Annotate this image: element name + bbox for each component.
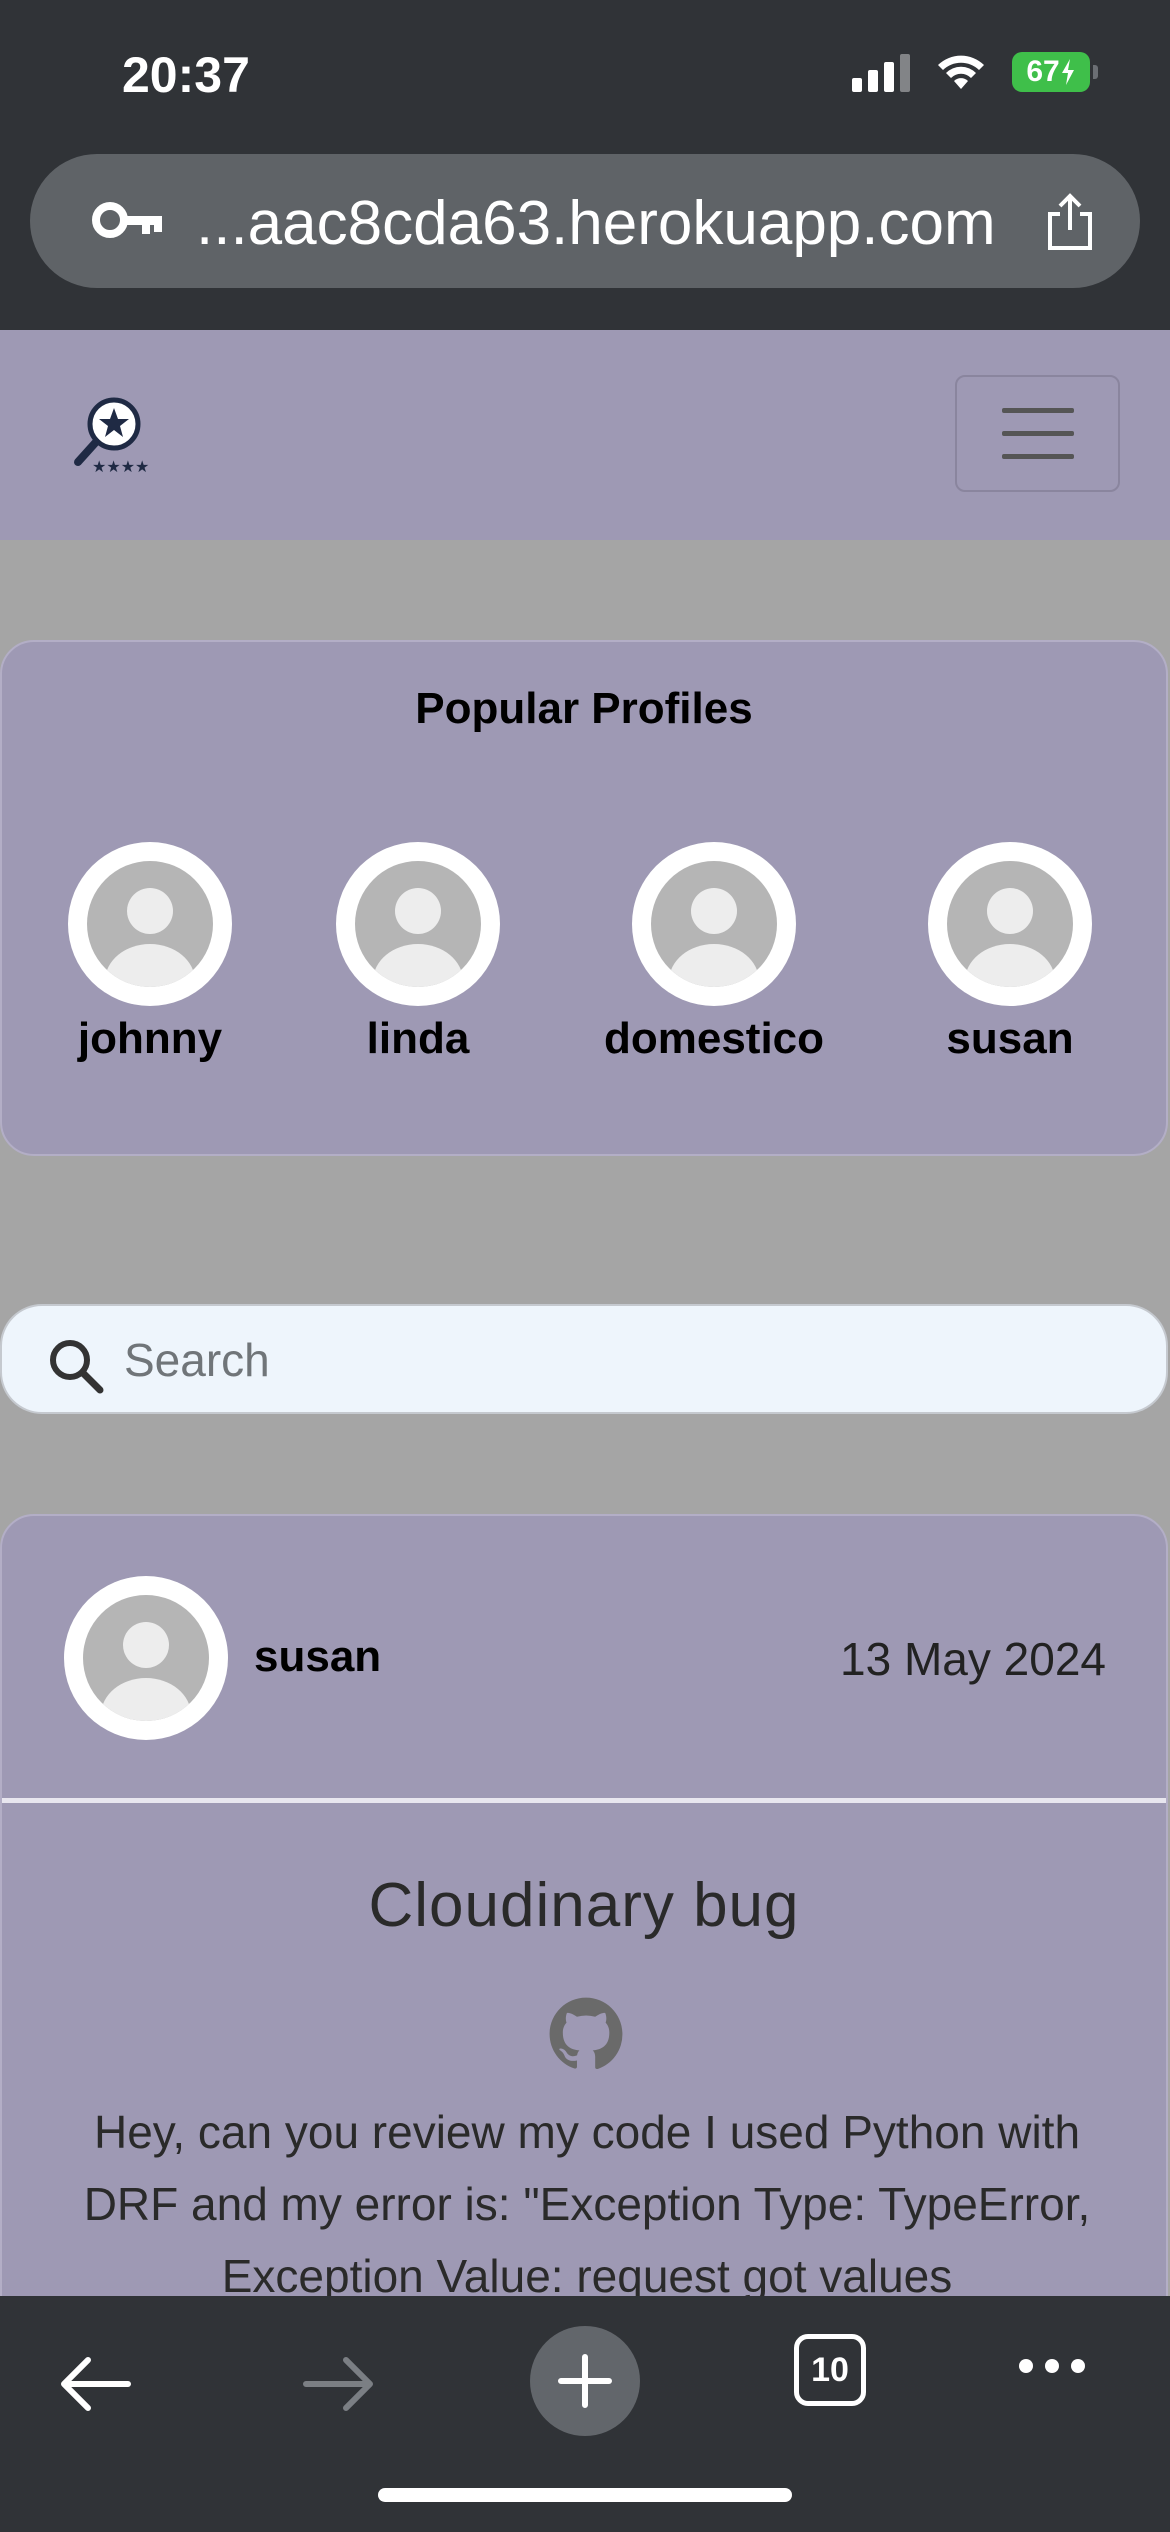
address-bar[interactable]: ...aac8cda63.herokuapp.com bbox=[30, 154, 1140, 288]
more-button[interactable] bbox=[1016, 2356, 1088, 2376]
arrow-right-icon bbox=[303, 2357, 373, 2411]
default-avatar-icon bbox=[947, 861, 1073, 987]
status-icons: 67 bbox=[852, 52, 1098, 92]
tab-count-button[interactable]: 10 bbox=[794, 2334, 866, 2406]
more-dots-icon bbox=[1019, 2359, 1085, 2373]
url-text[interactable]: ...aac8cda63.herokuapp.com bbox=[196, 188, 996, 259]
profile-name[interactable]: johnny bbox=[78, 1014, 222, 1064]
app-navbar: ★★★★ bbox=[0, 330, 1170, 540]
forward-button[interactable] bbox=[302, 2356, 376, 2412]
charging-bolt-icon bbox=[1061, 59, 1074, 85]
profile-name[interactable]: domestico bbox=[604, 1014, 824, 1064]
home-indicator[interactable] bbox=[378, 2488, 792, 2502]
logo-icon[interactable]: ★★★★ bbox=[70, 390, 160, 474]
post-author-name[interactable]: susan bbox=[254, 1632, 381, 1682]
profile-domestico[interactable]: domestico bbox=[594, 842, 834, 1064]
menu-toggle-button[interactable] bbox=[955, 375, 1120, 492]
plus-icon bbox=[558, 2354, 612, 2408]
hamburger-icon-line bbox=[1001, 454, 1074, 459]
search-input[interactable] bbox=[124, 1330, 1124, 1390]
status-bar: 20:37 67 bbox=[0, 0, 1170, 150]
browser-address-area: ...aac8cda63.herokuapp.com bbox=[0, 150, 1170, 330]
hamburger-icon-line bbox=[1001, 431, 1074, 436]
new-tab-button[interactable] bbox=[530, 2326, 640, 2436]
post-author-avatar[interactable] bbox=[64, 1576, 228, 1740]
default-avatar-icon bbox=[87, 861, 213, 987]
profile-name[interactable]: susan bbox=[946, 1014, 1073, 1064]
back-button[interactable] bbox=[58, 2356, 132, 2412]
avatar[interactable] bbox=[632, 842, 796, 1006]
key-icon[interactable] bbox=[92, 200, 164, 240]
popular-profiles-card: Popular Profiles johnny linda domestico bbox=[0, 640, 1168, 1156]
default-avatar-icon bbox=[355, 861, 481, 987]
post-date: 13 May 2024 bbox=[840, 1633, 1106, 1685]
post-body: Hey, can you review my code I used Pytho… bbox=[83, 2106, 1091, 2302]
avatar[interactable] bbox=[928, 842, 1092, 1006]
profile-susan[interactable]: susan bbox=[890, 842, 1130, 1064]
status-time: 20:37 bbox=[122, 47, 250, 103]
github-icon[interactable] bbox=[548, 1996, 624, 2072]
wifi-icon bbox=[938, 55, 984, 89]
default-avatar-icon bbox=[651, 861, 777, 987]
popular-profiles-title: Popular Profiles bbox=[415, 684, 753, 733]
avatar[interactable] bbox=[336, 842, 500, 1006]
share-icon[interactable] bbox=[1044, 192, 1096, 252]
post-divider bbox=[2, 1798, 1166, 1803]
default-avatar-icon bbox=[83, 1595, 209, 1721]
search-bar[interactable] bbox=[0, 1304, 1168, 1414]
search-icon bbox=[50, 1340, 104, 1394]
avatar[interactable] bbox=[68, 842, 232, 1006]
arrow-left-icon bbox=[61, 2357, 131, 2411]
post-title[interactable]: Cloudinary bug bbox=[2, 1870, 1166, 1941]
battery-level: 67 bbox=[1026, 55, 1060, 88]
profile-name[interactable]: linda bbox=[367, 1014, 470, 1064]
profile-linda[interactable]: linda bbox=[298, 842, 538, 1064]
hamburger-icon-line bbox=[1001, 408, 1074, 413]
battery-icon: 67 bbox=[1012, 52, 1098, 92]
cellular-signal-icon bbox=[852, 52, 910, 92]
profile-johnny[interactable]: johnny bbox=[30, 842, 270, 1064]
svg-text:★★★★: ★★★★ bbox=[92, 457, 149, 474]
